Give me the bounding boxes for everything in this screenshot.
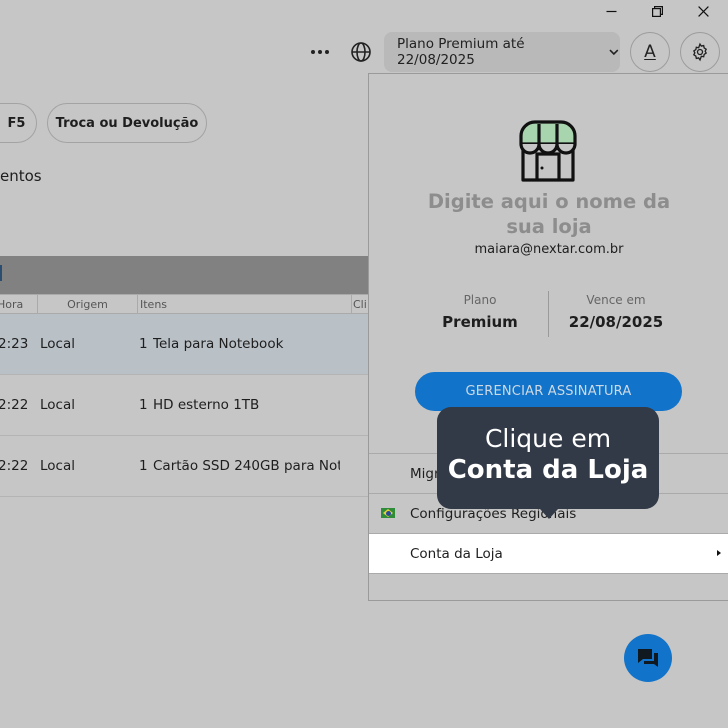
font-size-button[interactable]: A	[630, 32, 670, 72]
menu-item-conta-da-loja[interactable]: Conta da Loja	[369, 533, 728, 574]
more-options-button[interactable]	[306, 42, 334, 62]
globe-icon	[351, 42, 371, 62]
column-header-origem[interactable]: Origem	[38, 294, 138, 314]
section-heading: entos	[0, 167, 42, 185]
store-email: maiara@nextar.com.br	[474, 242, 624, 257]
more-dot	[318, 50, 322, 54]
cell-qtd: 1	[139, 336, 148, 352]
column-header-label: Cli	[353, 297, 367, 311]
troca-devolucao-label: Troca ou Devolução	[55, 115, 199, 131]
plan-label: Plano	[463, 293, 497, 307]
cell-qtd: 1	[139, 397, 148, 413]
more-dot	[311, 50, 315, 54]
account-dropdown-panel: Digite aqui o nome da sua loja maiara@ne…	[368, 73, 728, 601]
menu-item-label: Migr	[410, 466, 440, 482]
caret-right-icon	[717, 550, 721, 556]
close-icon	[697, 5, 709, 17]
column-header-label: Origem	[67, 297, 108, 311]
plan-value: Premium	[442, 313, 518, 331]
restore-button[interactable]	[634, 0, 680, 22]
chevron-down-icon	[609, 49, 619, 56]
onboarding-tooltip: Clique em Conta da Loja	[437, 407, 659, 519]
table-row[interactable]: 2:22 Local 1 HD esterno 1TB	[0, 375, 368, 436]
store-name[interactable]: Digite aqui o nome da sua loja	[409, 189, 689, 239]
column-header-cliente[interactable]: Cli	[352, 294, 368, 314]
settings-button[interactable]	[680, 32, 720, 72]
minimize-button[interactable]	[588, 0, 634, 22]
cell-item: Cartão SSD 240GB para Notebook	[153, 458, 340, 474]
cell-item: HD esterno 1TB	[153, 397, 260, 413]
tooltip-line-2: Conta da Loja	[447, 455, 649, 485]
table-toolbar-fragment	[0, 265, 2, 281]
plan-dropdown-button[interactable]: Plano Premium até 22/08/2025	[384, 32, 620, 72]
brazil-flag-icon	[381, 508, 395, 518]
table-toolbar	[0, 256, 368, 294]
cell-hora: 2:22	[0, 397, 29, 413]
column-header-label: Hora	[0, 297, 24, 311]
menu-item-label: Conta da Loja	[410, 546, 503, 562]
f5-button[interactable]: F5	[0, 103, 37, 143]
table-row[interactable]: 2:23 Local 1 Tela para Notebook	[0, 314, 368, 375]
troca-devolucao-button[interactable]: Troca ou Devolução	[47, 103, 207, 143]
globe-button[interactable]	[349, 40, 373, 64]
store-icon	[519, 120, 577, 182]
close-button[interactable]	[680, 0, 726, 22]
more-dot	[325, 50, 329, 54]
chat-button[interactable]	[624, 634, 672, 682]
table-row[interactable]: 2:22 Local 1 Cartão SSD 240GB para Noteb…	[0, 436, 368, 497]
minimize-icon	[606, 10, 616, 12]
cell-origem: Local	[40, 458, 75, 474]
expires-label: Vence em	[586, 293, 646, 307]
expires-value: 22/08/2025	[568, 313, 664, 331]
cell-origem: Local	[40, 336, 75, 352]
restore-icon	[651, 5, 663, 17]
column-header-itens[interactable]: Itens	[138, 294, 352, 314]
column-header-label: Itens	[140, 297, 168, 311]
cell-item: Tela para Notebook	[153, 336, 284, 352]
f5-label: F5	[7, 115, 26, 131]
tooltip-arrow	[540, 509, 558, 519]
font-icon: A	[644, 42, 656, 62]
tooltip-line-1: Clique em	[484, 424, 612, 453]
cell-qtd: 1	[139, 458, 148, 474]
manage-subscription-button[interactable]: GERENCIAR ASSINATURA	[415, 372, 682, 411]
column-header-hora[interactable]: Hora	[0, 294, 38, 314]
gear-icon	[692, 42, 708, 62]
cell-origem: Local	[40, 397, 75, 413]
cell-hora: 2:22	[0, 458, 29, 474]
cell-hora: 2:23	[0, 336, 29, 352]
chat-icon	[638, 649, 658, 667]
plan-dropdown-label: Plano Premium até 22/08/2025	[397, 36, 525, 68]
